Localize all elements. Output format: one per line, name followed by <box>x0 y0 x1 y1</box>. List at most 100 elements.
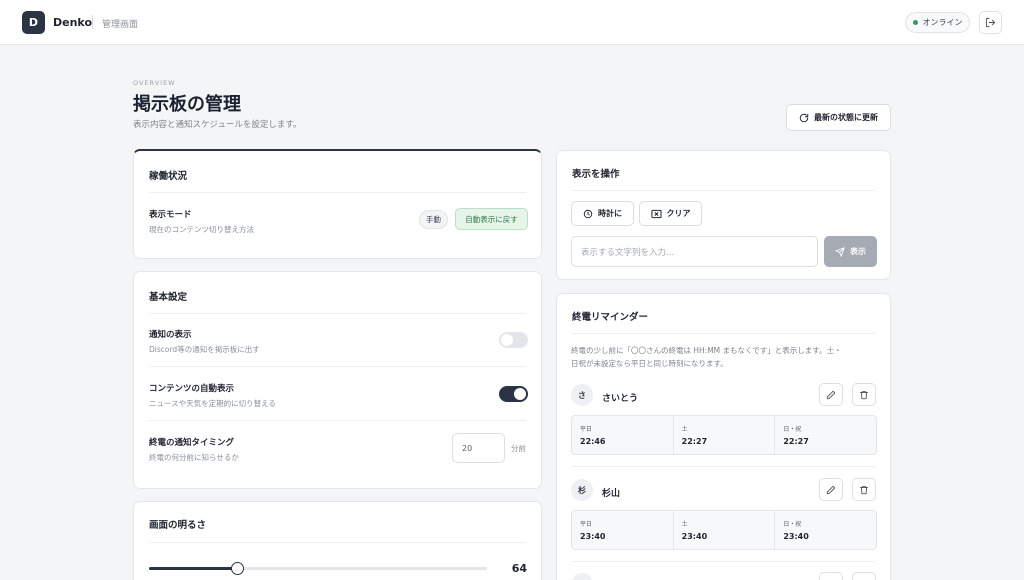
weekday-cell: 平日 22:46 <box>572 416 674 454</box>
refresh-icon <box>799 113 809 122</box>
notification-display-toggle[interactable] <box>499 332 528 348</box>
time-label: 平日 <box>580 521 593 528</box>
weekday-cell: 平日 23:40 <box>572 511 674 549</box>
manual-mode-chip: 手動 <box>419 210 448 229</box>
holiday-cell: 日・祝 23:40 <box>775 511 876 549</box>
display-mode-title: 表示モード <box>149 210 192 220</box>
divider <box>149 313 526 314</box>
time-value: 23:40 <box>681 532 708 541</box>
clock-button-label: 時計に <box>598 209 622 218</box>
time-label: 平日 <box>580 426 593 433</box>
edit-button[interactable] <box>819 572 843 580</box>
divider <box>149 420 526 421</box>
divider <box>149 192 526 193</box>
top-bar: D Denko 管理画面 オンライン <box>0 0 1024 45</box>
notification-display-subtitle: Discord等の通知を掲示板に出す <box>149 345 260 354</box>
time-label: 日・祝 <box>783 521 802 528</box>
divider <box>572 190 875 191</box>
display-text-input[interactable]: 表示する文字列を入力... <box>571 236 818 267</box>
display-mode-subtitle: 現在のコンテンツ切り替え方法 <box>149 225 254 234</box>
toggle-knob <box>514 388 526 400</box>
notification-display-title: 通知の表示 <box>149 330 192 340</box>
schedule-grid: 平日 22:46 土 22:27 日・祝 22:27 <box>571 415 877 455</box>
clear-icon <box>650 209 662 218</box>
last-train-timing-subtitle: 終電の何分前に知らせるか <box>149 453 239 462</box>
person-name: 杉山 <box>602 489 621 499</box>
avatar <box>571 573 593 580</box>
timing-minutes-input[interactable]: 20 <box>452 433 505 463</box>
brightness-card: 画面の明るさ 64 <box>133 501 542 580</box>
divider <box>149 542 526 543</box>
basic-settings-card: 基本設定 通知の表示 Discord等の通知を掲示板に出す コンテンツの自動表示… <box>133 271 542 489</box>
clock-icon <box>583 209 593 218</box>
auto-content-subtitle: ニュースや天気を定期的に切り替える <box>149 399 276 408</box>
auto-content-title: コンテンツの自動表示 <box>149 384 235 394</box>
refresh-label: 最新の状態に更新 <box>814 113 878 122</box>
operate-card: 表示を操作 時計に クリア 表示する文字列を入力... 表示 <box>556 150 891 280</box>
refresh-button[interactable]: 最新の状態に更新 <box>786 104 891 131</box>
pencil-icon <box>826 485 836 494</box>
page-subtitle: 表示内容と通知スケジュールを設定します。 <box>133 120 302 130</box>
clear-button-label: クリア <box>666 209 691 218</box>
page-title: 掲示板の管理 <box>133 94 241 115</box>
slider-handle[interactable] <box>231 562 244 575</box>
clock-button[interactable]: 時計に <box>571 201 634 226</box>
status-card-title: 稼働状況 <box>149 171 188 182</box>
delete-button[interactable] <box>852 478 876 501</box>
time-label: 日・祝 <box>783 426 802 433</box>
send-display-button[interactable]: 表示 <box>824 236 877 267</box>
brightness-slider[interactable] <box>149 562 487 575</box>
reminder-title: 終電リマインダー <box>572 312 649 323</box>
last-train-timing-title: 終電の通知タイミング <box>149 438 235 448</box>
logout-icon <box>985 17 996 28</box>
status-label: オンライン <box>922 18 963 27</box>
toggle-knob <box>501 334 513 346</box>
last-train-reminder-card: 終電リマインダー 終電の少し前に「〇〇さんの終電は HH:MM まもなくです」と… <box>556 293 891 580</box>
edit-button[interactable] <box>819 478 843 501</box>
timing-unit-label: 分前 <box>511 444 526 453</box>
time-label: 土 <box>681 521 688 528</box>
app-subtitle: 管理画面 <box>102 20 139 30</box>
trash-icon <box>859 485 869 494</box>
send-button-label: 表示 <box>850 247 866 256</box>
saturday-cell: 土 22:27 <box>674 416 776 454</box>
time-label: 土 <box>681 426 688 433</box>
clear-button[interactable]: クリア <box>639 201 702 226</box>
time-value: 23:40 <box>580 532 606 541</box>
avatar: 杉 <box>571 479 593 501</box>
divider <box>572 333 875 334</box>
avatar: さ <box>571 384 593 406</box>
app-logo: D <box>22 11 45 34</box>
header-divider <box>92 15 93 29</box>
divider <box>572 561 875 562</box>
edit-button[interactable] <box>819 383 843 406</box>
basic-settings-title: 基本設定 <box>149 292 188 303</box>
logout-button[interactable] <box>979 11 1002 34</box>
online-dot-icon <box>912 20 918 25</box>
time-value: 22:46 <box>580 437 606 446</box>
send-icon <box>835 246 845 257</box>
delete-button[interactable] <box>852 572 876 580</box>
saturday-cell: 土 23:40 <box>674 511 776 549</box>
page-eyebrow: OVERVIEW <box>133 79 176 87</box>
operate-title: 表示を操作 <box>572 169 620 180</box>
reminder-description-line2: 日祝が未設定なら平日と同じ時刻になります。 <box>571 359 728 368</box>
time-value: 22:27 <box>681 437 708 446</box>
person-name: さいとう <box>602 394 639 404</box>
slider-fill <box>149 567 237 570</box>
status-badge: オンライン <box>905 12 970 33</box>
pencil-icon <box>826 390 836 399</box>
brightness-value: 64 <box>511 562 527 575</box>
holiday-cell: 日・祝 22:27 <box>775 416 876 454</box>
app-name: Denko <box>53 16 92 29</box>
return-auto-button[interactable]: 自動表示に戻す <box>455 208 528 230</box>
auto-content-toggle[interactable] <box>499 386 528 402</box>
logo-letter: D <box>28 16 39 29</box>
divider <box>572 466 875 467</box>
trash-icon <box>859 390 869 399</box>
divider <box>149 366 526 367</box>
schedule-grid: 平日 23:40 土 23:40 日・祝 23:40 <box>571 510 877 550</box>
status-card: 稼働状況 表示モード 現在のコンテンツ切り替え方法 手動 自動表示に戻す <box>133 149 542 259</box>
time-value: 23:40 <box>783 532 809 541</box>
delete-button[interactable] <box>852 383 876 406</box>
